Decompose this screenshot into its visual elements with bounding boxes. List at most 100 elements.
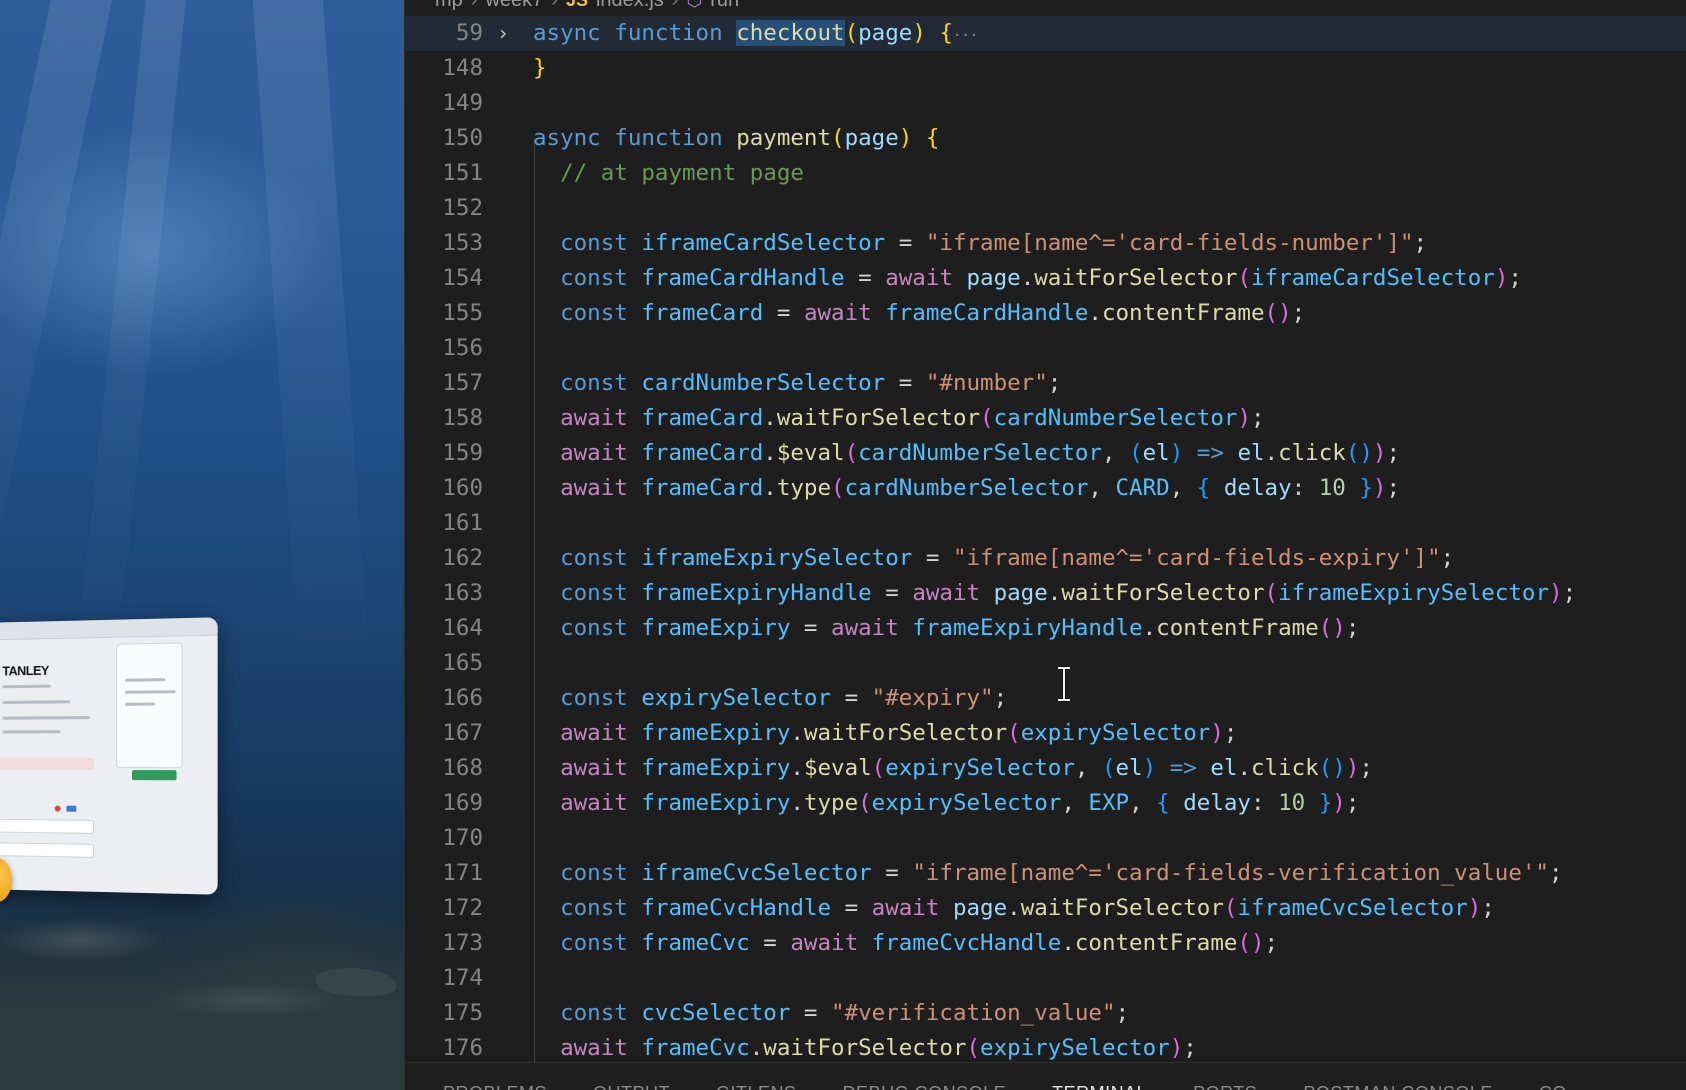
text-cursor-icon	[1058, 666, 1070, 702]
code-token: =	[790, 1000, 832, 1026]
code-line[interactable]: 148}	[405, 51, 1686, 86]
code-token: frameCvc	[641, 1035, 750, 1061]
line-number: 153	[442, 230, 483, 256]
code-line[interactable]: 161	[405, 506, 1686, 541]
code-line[interactable]: 168 await frameExpiry.$eval(expirySelect…	[405, 751, 1686, 786]
code-token: .	[1020, 265, 1035, 291]
breadcrumb-symbol[interactable]: run	[710, 0, 739, 12]
app-window-thumbnail[interactable]: TANLEY	[0, 617, 218, 895]
code-line[interactable]: 167 await frameExpiry.waitForSelector(ex…	[405, 716, 1686, 751]
code-line[interactable]: 153 const iframeCardSelector = "iframe[n…	[405, 226, 1686, 261]
line-number: 157	[442, 370, 483, 396]
code-line[interactable]: 156	[405, 331, 1686, 366]
line-number: 161	[442, 510, 483, 536]
code-token: =	[885, 230, 926, 256]
code-token: ()	[1345, 440, 1373, 466]
code-area[interactable]: 59 › async function checkout(page) {··· 148…	[405, 16, 1686, 1066]
code-token: .	[1237, 755, 1251, 781]
code-token: .	[790, 755, 804, 781]
panel-tab-terminal[interactable]: TERMINAL	[1052, 1063, 1147, 1090]
code-text: async function payment(page) {	[533, 121, 939, 156]
code-token: page	[966, 265, 1021, 291]
code-token: )	[1494, 265, 1509, 291]
line-number: 152	[442, 195, 483, 221]
code-line[interactable]: 164 const frameExpiry = await frameExpir…	[405, 611, 1686, 646]
code-line[interactable]: 160 await frameCard.type(cardNumberSelec…	[405, 471, 1686, 506]
code-token: =	[790, 615, 832, 641]
code-line[interactable]: 152	[405, 191, 1686, 226]
code-editor[interactable]: mp › week7 › JS index.js › ⬡ run 59 › asyn…	[404, 0, 1686, 1090]
code-token: "iframe[name^='card-fields-verification_…	[912, 860, 1549, 886]
code-line[interactable]: 166 const expirySelector = "#expiry";	[405, 681, 1686, 716]
code-line[interactable]: 157 const cardNumberSelector = "#number"…	[405, 366, 1686, 401]
code-token: page	[858, 20, 913, 46]
code-line[interactable]: 154 const frameCardHandle = await page.w…	[405, 261, 1686, 296]
code-token: ;	[1481, 895, 1495, 921]
code-line[interactable]: 150 async function payment(page) {	[405, 121, 1686, 156]
code-token: ;	[1115, 1000, 1130, 1026]
code-token: "iframe[name^='card-fields-expiry']"	[952, 545, 1441, 571]
code-line[interactable]: 172 const frameCvcHandle = await page.wa…	[405, 891, 1686, 926]
code-line[interactable]: 175 const cvcSelector = "#verification_v…	[405, 996, 1686, 1031]
breadcrumb-folder[interactable]: week7	[485, 0, 543, 12]
code-text: await frameCvc.waitForSelector(expirySel…	[533, 1031, 1197, 1066]
code-token: )	[1467, 895, 1482, 921]
code-line[interactable]: 149	[405, 86, 1686, 121]
code-token: "#expiry"	[871, 685, 994, 711]
code-line[interactable]: 155 const frameCard = await frameCardHan…	[405, 296, 1686, 331]
code-line[interactable]: 176 await frameCvc.waitForSelector(expir…	[405, 1031, 1686, 1066]
code-line[interactable]: 159 await frameCard.$eval(cardNumberSele…	[405, 436, 1686, 471]
fold-chevron-icon[interactable]: ›	[497, 16, 509, 51]
code-line[interactable]: 170	[405, 821, 1686, 856]
code-line[interactable]: 163 const frameExpiryHandle = await page…	[405, 576, 1686, 611]
breadcrumb-separator-icon: ›	[551, 0, 558, 12]
code-token: .	[1047, 580, 1062, 606]
code-line[interactable]: 171 const iframeCvcSelector = "iframe[na…	[405, 856, 1686, 891]
code-token: =	[885, 370, 926, 396]
code-line[interactable]: 169 await frameExpiry.type(expirySelecto…	[405, 786, 1686, 821]
code-token: async	[533, 125, 615, 151]
panel-tab-postman-console[interactable]: POSTMAN CONSOLE	[1303, 1063, 1493, 1090]
code-token: )	[1210, 720, 1224, 746]
code-line[interactable]: 174	[405, 961, 1686, 996]
code-line[interactable]: 59 › async function checkout(page) {···	[405, 16, 1686, 51]
thumbnail-blue-chip	[66, 805, 77, 812]
thumbnail-text-line	[124, 690, 176, 694]
code-token: =	[871, 860, 913, 886]
code-token: const	[533, 265, 642, 291]
code-text: const iframeCardSelector = "iframe[name^…	[533, 226, 1427, 261]
code-token: const	[533, 1000, 642, 1026]
code-line[interactable]: 173 const frameCvc = await frameCvcHandl…	[405, 926, 1686, 961]
breadcrumb-folder[interactable]: mp	[435, 0, 463, 12]
line-number: 149	[442, 90, 483, 116]
code-token: ;	[1359, 755, 1373, 781]
code-token: const	[533, 895, 642, 921]
code-token: cardNumberSelector	[858, 440, 1102, 466]
code-token: await	[533, 440, 642, 466]
code-token: .	[790, 720, 804, 746]
code-token: {	[925, 125, 940, 151]
panel-tab-ports[interactable]: PORTS	[1193, 1063, 1257, 1090]
code-token: {	[939, 20, 953, 46]
code-token: ()	[1237, 930, 1265, 956]
code-token: "#verification_value"	[831, 1000, 1116, 1026]
code-token: ;	[1183, 1035, 1197, 1061]
code-line[interactable]: 165	[405, 646, 1686, 681]
function-symbol-icon: ⬡	[686, 0, 702, 11]
panel-tab-gitlens[interactable]: GITLENS	[716, 1063, 797, 1090]
code-token: )	[898, 125, 913, 151]
code-text: const frameExpiry = await frameExpiryHan…	[533, 611, 1359, 646]
code-token: =	[831, 685, 872, 711]
breadcrumb-file[interactable]: index.js	[596, 0, 664, 12]
code-token: ;	[1250, 405, 1265, 431]
code-line[interactable]: 158 await frameCard.waitForSelector(card…	[405, 401, 1686, 436]
panel-tab-problems[interactable]: PROBLEMS	[443, 1063, 547, 1090]
code-token: waitForSelector	[776, 405, 981, 431]
panel-tab-debug-console[interactable]: DEBUG CONSOLE	[843, 1063, 1007, 1090]
code-line[interactable]: 162 const iframeExpirySelector = "iframe…	[405, 541, 1686, 576]
code-token: frameExpiryHandle	[912, 615, 1143, 641]
panel-tab-output[interactable]: OUTPUT	[593, 1063, 670, 1090]
code-token: frameCvcHandle	[641, 895, 832, 921]
panel-tab-co[interactable]: CO	[1539, 1063, 1567, 1090]
code-line[interactable]: 151 // at payment page	[405, 156, 1686, 191]
